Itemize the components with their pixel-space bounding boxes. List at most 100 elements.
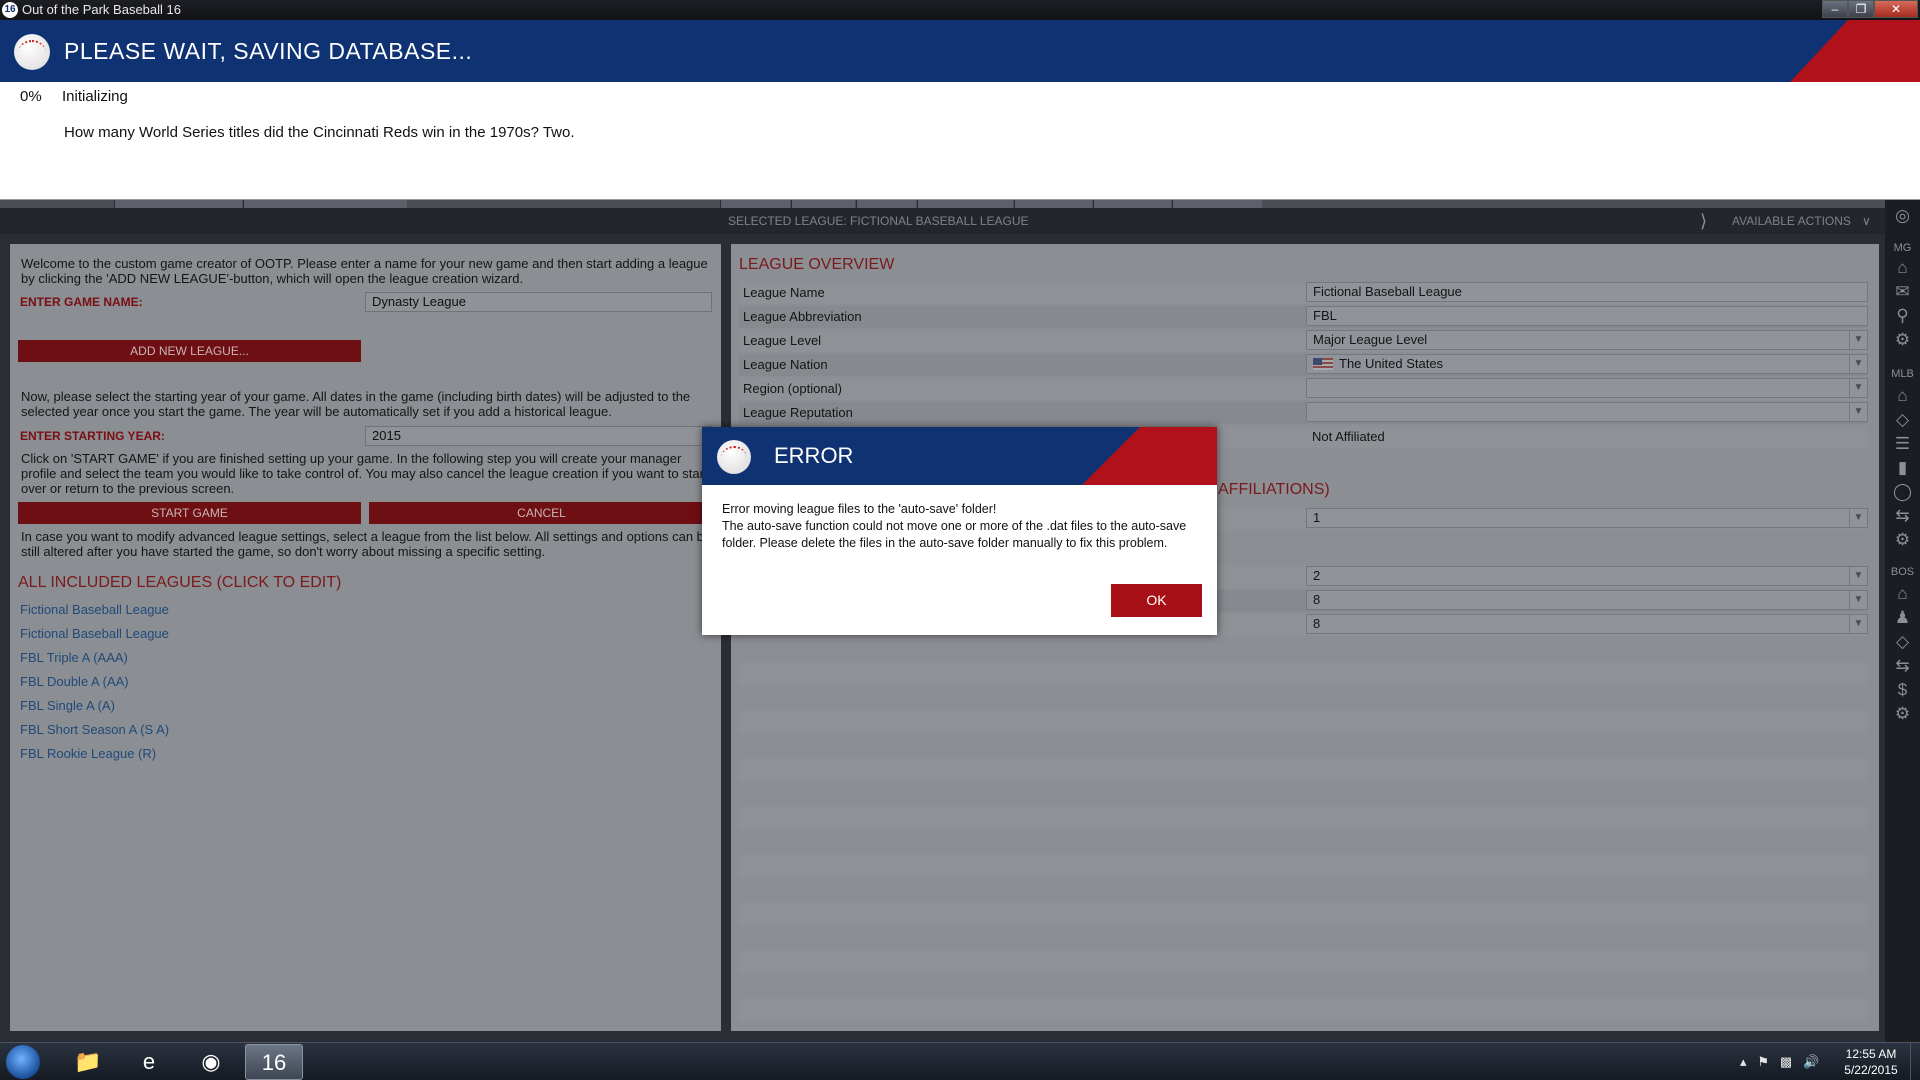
- empty-row: [739, 950, 1867, 972]
- home-icon[interactable]: ⌂: [1885, 386, 1920, 406]
- app-icon: 16: [2, 2, 18, 18]
- league-link[interactable]: FBL Triple A (AAA): [20, 650, 128, 665]
- year-intro-text: Now, please select the starting year of …: [21, 389, 691, 419]
- globe-icon[interactable]: ◎: [1885, 206, 1920, 226]
- tab[interactable]: [720, 200, 790, 208]
- chrome-icon[interactable]: ◉: [182, 1044, 240, 1080]
- baseball-icon[interactable]: ◯: [1885, 482, 1920, 502]
- clock-date: 5/22/2015: [1844, 1063, 1898, 1077]
- league-link[interactable]: Fictional Baseball League: [20, 602, 169, 617]
- structure-select[interactable]: 2 ▼: [1306, 566, 1868, 586]
- saving-progress-panel: 0% Initializing How many World Series ti…: [0, 82, 1920, 200]
- home-icon[interactable]: ⌂: [1885, 584, 1920, 604]
- tab[interactable]: [243, 200, 407, 208]
- available-actions-menu[interactable]: AVAILABLE ACTIONS: [1732, 208, 1851, 234]
- system-tray: ▴ ⚑ ▩ 🔊: [1740, 1054, 1819, 1070]
- chevron-down-icon[interactable]: ▼: [1849, 567, 1867, 585]
- structure-select[interactable]: 8 ▼: [1306, 590, 1868, 610]
- game-name-input[interactable]: Dynasty League: [365, 292, 712, 312]
- gear-icon[interactable]: ⚙: [1885, 330, 1920, 350]
- file-explorer-icon[interactable]: 📁: [59, 1044, 117, 1080]
- league-link[interactable]: Fictional Baseball League: [20, 626, 169, 641]
- tab[interactable]: [1014, 200, 1092, 208]
- chevron-down-icon[interactable]: ▼: [1849, 355, 1867, 373]
- tab[interactable]: [1172, 200, 1262, 208]
- tab[interactable]: [791, 200, 855, 208]
- us-flag-icon: [1313, 358, 1333, 370]
- league-link[interactable]: FBL Double A (AA): [20, 674, 129, 689]
- league-link[interactable]: FBL Rookie League (R): [20, 746, 156, 761]
- dollar-icon[interactable]: $: [1885, 680, 1920, 700]
- list-icon[interactable]: ☰: [1885, 434, 1920, 454]
- tab[interactable]: [1093, 200, 1171, 208]
- chevron-down-icon[interactable]: ▼: [1849, 403, 1867, 421]
- region-select[interactable]: ▼: [1306, 378, 1868, 398]
- league-nation-select[interactable]: The United States ▼: [1306, 354, 1868, 374]
- error-dialog-header: ERROR: [702, 427, 1217, 485]
- volume-icon[interactable]: 🔊: [1803, 1054, 1819, 1069]
- mail-icon[interactable]: ✉: [1885, 282, 1920, 302]
- chevron-down-icon[interactable]: ▼: [1849, 509, 1867, 527]
- league-level-value: Major League Level: [1313, 332, 1428, 347]
- transfer-icon[interactable]: ⇆: [1885, 506, 1920, 526]
- person-icon[interactable]: ♟: [1885, 608, 1920, 628]
- starting-year-input[interactable]: 2015: [365, 426, 712, 446]
- network-icon[interactable]: ▩: [1780, 1054, 1792, 1069]
- empty-row: [739, 806, 1867, 828]
- close-button[interactable]: ✕: [1874, 0, 1918, 18]
- show-hidden-icons-icon[interactable]: ▴: [1740, 1054, 1747, 1069]
- internet-explorer-icon[interactable]: e: [120, 1044, 178, 1080]
- ok-button[interactable]: OK: [1111, 584, 1202, 617]
- taskbar: 📁 e ◉ 16 ▴ ⚑ ▩ 🔊 12:55 AM 5/22/2015: [0, 1042, 1920, 1080]
- tab[interactable]: [917, 200, 1013, 208]
- tab[interactable]: [114, 200, 242, 208]
- chevron-down-icon[interactable]: ▼: [1849, 615, 1867, 633]
- restore-button[interactable]: ❐: [1848, 0, 1874, 18]
- league-abbreviation-field[interactable]: FBL: [1306, 306, 1868, 326]
- tab[interactable]: [856, 200, 916, 208]
- chevron-down-icon[interactable]: ▼: [1849, 379, 1867, 397]
- diamond-icon[interactable]: ◇: [1885, 632, 1920, 652]
- header-red-accent: [1082, 427, 1217, 485]
- league-name-field[interactable]: Fictional Baseball League: [1306, 282, 1868, 302]
- advanced-intro-text: In case you want to modify advanced leag…: [21, 529, 712, 559]
- structure-value: 2: [1313, 568, 1321, 583]
- affiliation-value: Not Affiliated: [1312, 429, 1385, 444]
- error-dialog: ERROR Error moving league files to the '…: [702, 427, 1217, 635]
- search-icon[interactable]: ⚲: [1885, 306, 1920, 326]
- start-game-button[interactable]: START GAME: [18, 502, 361, 524]
- minimize-button[interactable]: –: [1822, 0, 1848, 18]
- structure-select[interactable]: 1 ▼: [1306, 508, 1868, 528]
- action-center-flag-icon[interactable]: ⚑: [1757, 1054, 1769, 1069]
- home-icon[interactable]: ⌂: [1885, 258, 1920, 278]
- league-reputation-select[interactable]: ▼: [1306, 402, 1868, 422]
- league-overview-panel: LEAGUE OVERVIEW League Name Fictional Ba…: [731, 244, 1879, 1031]
- gear-icon[interactable]: ⚙: [1885, 530, 1920, 550]
- show-desktop-button[interactable]: [1910, 1043, 1920, 1080]
- league-overview-header: LEAGUE OVERVIEW: [739, 256, 895, 273]
- start-button[interactable]: [6, 1045, 40, 1079]
- chevron-down-icon[interactable]: ∨: [1862, 208, 1871, 234]
- chevron-down-icon[interactable]: ▼: [1849, 591, 1867, 609]
- structure-select[interactable]: 8 ▼: [1306, 614, 1868, 634]
- bar-chart-icon[interactable]: ▮: [1885, 458, 1920, 478]
- chevron-down-icon[interactable]: ▼: [1849, 331, 1867, 349]
- transfer-icon[interactable]: ⇆: [1885, 656, 1920, 676]
- empty-row: [739, 662, 1867, 684]
- league-level-select[interactable]: Major League Level ▼: [1306, 330, 1868, 350]
- add-new-league-button[interactable]: ADD NEW LEAGUE...: [18, 340, 361, 362]
- system-clock[interactable]: 12:55 AM 5/22/2015: [1836, 1046, 1906, 1078]
- league-link[interactable]: FBL Single A (A): [20, 698, 115, 713]
- tab-strip: [0, 200, 1920, 208]
- rail-label-mg: MG: [1893, 242, 1912, 254]
- gear-icon[interactable]: ⚙: [1885, 704, 1920, 724]
- rail-label-mlb: MLB: [1891, 368, 1914, 380]
- league-link[interactable]: FBL Short Season A (S A): [20, 722, 169, 737]
- saving-banner: PLEASE WAIT, SAVING DATABASE...: [0, 20, 1920, 82]
- starting-year-label: ENTER STARTING YEAR:: [20, 429, 165, 443]
- ootp16-taskbar-button[interactable]: 16: [245, 1044, 303, 1080]
- cancel-button[interactable]: CANCEL: [369, 502, 714, 524]
- diamond-icon[interactable]: ◇: [1885, 410, 1920, 430]
- banner-red-accent: [1790, 20, 1920, 82]
- intro-text: Welcome to the custom game creator of OO…: [21, 256, 708, 286]
